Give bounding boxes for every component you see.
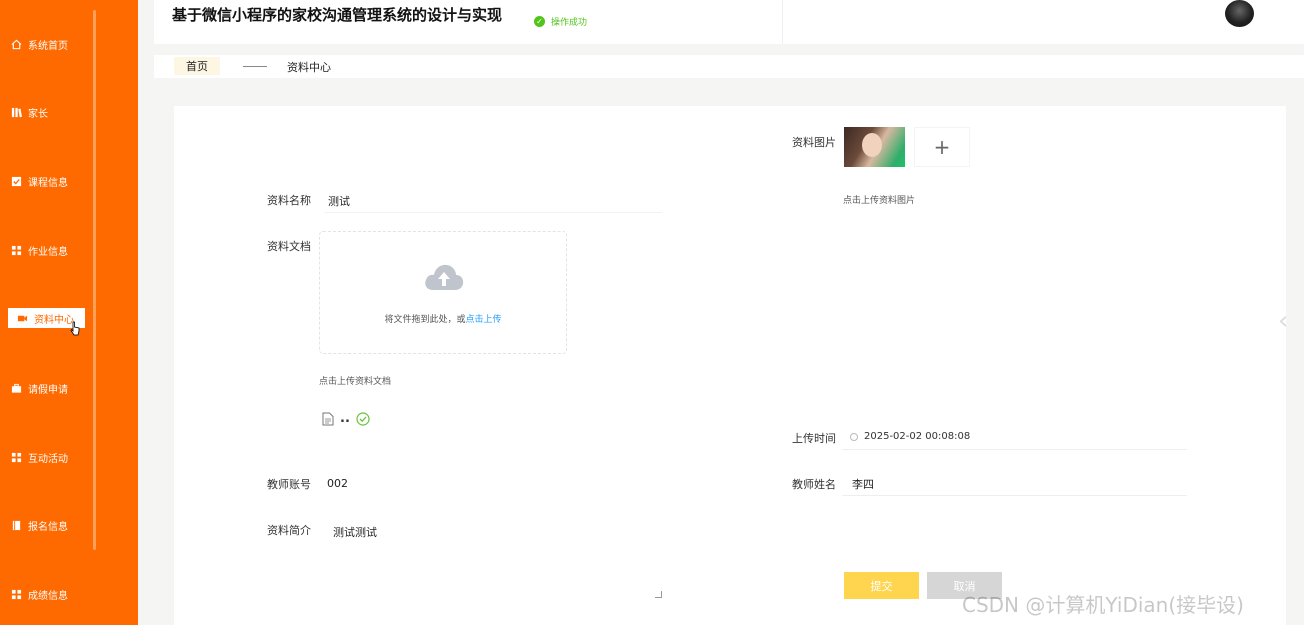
submit-button[interactable]: 提交 — [844, 572, 919, 599]
sidebar-item-label: 成绩信息 — [28, 590, 68, 602]
portrait-photo — [862, 133, 882, 157]
teacher-account-input[interactable]: 002 — [327, 477, 348, 490]
teacher-account-label: 教师账号 — [267, 478, 311, 491]
resource-image-thumbnail[interactable] — [844, 127, 905, 167]
plus-icon: + — [933, 135, 951, 159]
check-circle-icon — [356, 411, 370, 426]
check-circle-icon: ✓ — [534, 16, 545, 27]
sidebar-item-label: 互动活动 — [28, 453, 68, 465]
home-icon — [10, 38, 22, 50]
grid-icon — [10, 244, 22, 256]
sidebar-item-activities[interactable]: 互动活动 — [10, 447, 68, 467]
success-toast: ✓ 操作成功 — [534, 15, 587, 28]
film-icon — [16, 312, 28, 324]
image-add-button[interactable]: + — [914, 127, 970, 167]
avatar[interactable] — [1225, 0, 1254, 27]
upload-tip-text: 将文件拖到此处，或 — [384, 315, 466, 325]
page-title: 基于微信小程序的家校沟通管理系统的设计与实现 — [172, 6, 503, 24]
upload-tip: 将文件拖到此处，或点击上传 — [320, 312, 566, 325]
file-name: .. — [340, 411, 350, 426]
sidebar-item-leave[interactable]: 请假申请 — [10, 378, 68, 398]
teacher-name-label: 教师姓名 — [792, 478, 836, 491]
name-input-border — [324, 212, 662, 213]
form-card: 资料名称 测试 资料文档 将文件拖到此处，或点击上传 点击上传资料文档 .. 资… — [174, 106, 1286, 625]
sidebar-item-courses[interactable]: 课程信息 — [10, 171, 68, 191]
upload-click-link[interactable]: 点击上传 — [466, 315, 502, 325]
image-label: 资料图片 — [792, 136, 836, 149]
doc-upload-dropzone[interactable]: 将文件拖到此处，或点击上传 — [319, 231, 567, 354]
grid-icon — [10, 588, 22, 600]
upload-time-value: 2025-02-02 00:08:08 — [864, 431, 971, 442]
sidebar-item-parents[interactable]: 家长 — [10, 102, 48, 122]
sidebar-item-grades[interactable]: 成绩信息 — [10, 584, 68, 604]
bars-icon — [10, 106, 22, 118]
uploaded-file-item[interactable]: .. — [322, 411, 370, 426]
sidebar-item-label: 作业信息 — [28, 246, 68, 258]
toast-text: 操作成功 — [551, 18, 588, 28]
tab-home[interactable]: 首页 — [174, 57, 220, 75]
mouse-pointer-icon — [70, 321, 80, 336]
doc-hint: 点击上传资料文档 — [319, 377, 392, 387]
name-input[interactable]: 测试 — [328, 193, 350, 209]
teacher-name-value: 李四 — [852, 478, 874, 491]
sidebar-item-label: 请假申请 — [28, 384, 68, 396]
briefcase-icon — [10, 382, 22, 394]
intro-value: 测试测试 — [333, 526, 377, 539]
sidebar-item-label: 资料中心 — [34, 314, 74, 326]
intro-textarea[interactable]: 测试测试 — [324, 514, 662, 598]
sidebar-item-label: 系统首页 — [28, 40, 68, 52]
image-hint: 点击上传资料图片 — [843, 196, 916, 206]
document-icon — [322, 412, 334, 425]
grid-icon — [10, 451, 22, 463]
upload-cloud-icon — [425, 264, 464, 290]
name-label: 资料名称 — [267, 194, 311, 207]
sidebar-item-home[interactable]: 系统首页 — [10, 34, 68, 54]
sidebar-item-label: 课程信息 — [28, 177, 68, 189]
book-icon — [10, 519, 22, 531]
upload-time-picker[interactable]: 2025-02-02 00:08:08 — [842, 424, 1187, 450]
teacher-name-input[interactable]: 李四 — [842, 470, 1187, 496]
sidebar-scrollbar[interactable] — [93, 10, 96, 550]
tabs-bar: 首页 资料中心 — [154, 55, 1304, 78]
sidebar-item-enrollment[interactable]: 报名信息 — [10, 515, 68, 535]
resize-handle[interactable] — [655, 591, 662, 598]
intro-label: 资料简介 — [267, 524, 311, 537]
chevron-left-icon[interactable]: ‹ — [1278, 306, 1288, 336]
tab-separator — [243, 66, 267, 67]
sidebar-item-label: 报名信息 — [28, 521, 68, 533]
tab-resource-center[interactable]: 资料中心 — [287, 59, 331, 75]
clock-icon — [850, 432, 858, 441]
sidebar: 系统首页 家长 课程信息 作业信息 资料中心 请假申请 互动活动 报名信息 成绩… — [0, 0, 138, 625]
upload-time-label: 上传时间 — [792, 432, 836, 445]
sidebar-item-label: 家长 — [28, 108, 48, 120]
doc-label: 资料文档 — [267, 240, 311, 253]
watermark: CSDN @计算机YiDian(接毕设) — [962, 593, 1244, 617]
sidebar-item-homework[interactable]: 作业信息 — [10, 240, 68, 260]
header-divider — [782, 0, 783, 44]
header: 基于微信小程序的家校沟通管理系统的设计与实现 ✓ 操作成功 — [154, 0, 1304, 44]
check-square-icon — [10, 175, 22, 187]
